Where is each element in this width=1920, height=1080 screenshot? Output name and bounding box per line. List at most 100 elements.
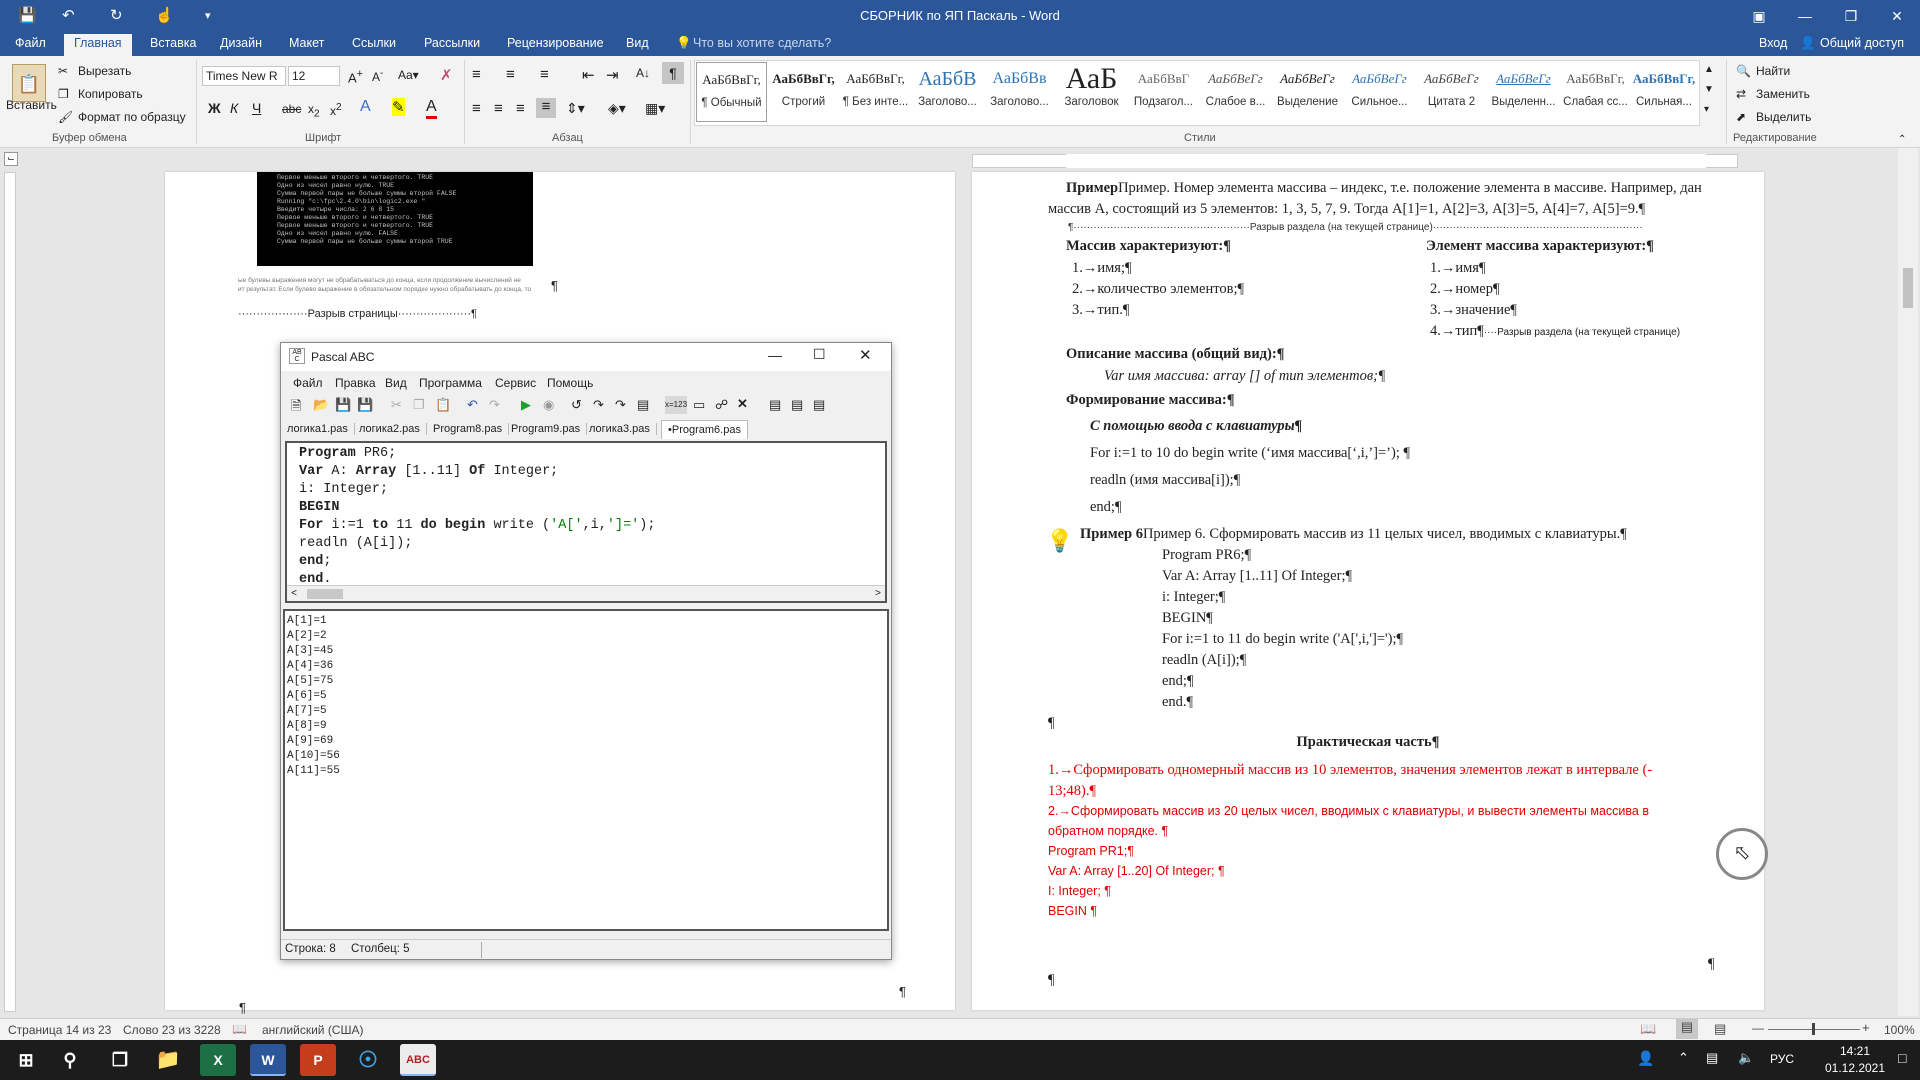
grow-font-icon[interactable]: A+ [348, 68, 363, 85]
options-icon[interactable]: ▤ [813, 397, 825, 413]
bold-icon[interactable]: Ж [208, 100, 221, 116]
volume-icon[interactable]: 🔈 [1738, 1050, 1754, 1066]
text-effects-icon[interactable]: A [360, 98, 371, 116]
paste-icon[interactable]: 📋 [12, 64, 46, 102]
clear-formatting-icon[interactable]: ✗ [440, 66, 453, 84]
style-quote[interactable]: АаБбВеГг Цитата 2 [1416, 62, 1487, 122]
open-folder-icon[interactable]: 📂 [313, 397, 329, 413]
restore-button[interactable]: ❐ [1828, 0, 1874, 32]
redo-icon[interactable]: ↷ [489, 397, 500, 413]
change-case-icon[interactable]: Aa▾ [398, 68, 419, 82]
highlight-icon[interactable]: ✎ [392, 98, 405, 116]
share-button[interactable]: Общий доступ [1820, 36, 1904, 50]
bullets-icon[interactable]: ≡ [472, 66, 481, 83]
cut-button[interactable]: Вырезать [78, 64, 131, 78]
font-color-icon[interactable]: A [426, 98, 437, 119]
tab-references[interactable]: Ссылки [352, 36, 396, 50]
zoom-out-icon[interactable]: — [1752, 1021, 1764, 1035]
sort-icon[interactable]: A↓ [636, 66, 650, 80]
align-left-icon[interactable]: ≡ [472, 100, 481, 117]
pascal-menu-view[interactable]: Вид [385, 376, 407, 390]
tell-me-input[interactable]: Что вы хотите сделать? [693, 36, 831, 50]
excel-icon[interactable]: X [200, 1044, 236, 1076]
delete-icon[interactable]: ✕ [737, 396, 748, 412]
pascal-menu-program[interactable]: Программа [419, 376, 482, 390]
pascal-menu-file[interactable]: Файл [293, 376, 323, 390]
save-file-icon[interactable]: 💾 [335, 397, 351, 413]
file-tab[interactable]: Program9.pas [511, 423, 588, 435]
style-heading1[interactable]: АаБбВ Заголово... [912, 62, 983, 122]
style-heading2[interactable]: АаБбВв Заголово... [984, 62, 1055, 122]
pascal-menu-edit[interactable]: Правка [335, 376, 376, 390]
style-strong[interactable]: АаБбВвГг, Строгий [768, 62, 839, 122]
scrollbar-thumb[interactable] [307, 589, 343, 599]
run-icon[interactable]: ▶ [521, 397, 531, 413]
style-subtle-reference[interactable]: АаБбВвГг, Слабая сс... [1560, 62, 1631, 122]
scroll-right-icon[interactable]: > [875, 586, 881, 604]
style-normal[interactable]: АаБбВвГг, ¶ Обычный [696, 62, 767, 122]
tab-design[interactable]: Дизайн [220, 36, 262, 50]
network-icon[interactable]: ▤ [1706, 1050, 1718, 1066]
file-tab[interactable]: логика2.pas [359, 423, 427, 435]
start-icon[interactable]: ⊞ [8, 1044, 44, 1076]
file-explorer-icon[interactable]: 📁 [150, 1044, 186, 1076]
editor-horizontal-scrollbar[interactable]: < > [287, 585, 885, 601]
cut-icon[interactable]: ✂ [391, 397, 402, 413]
select-button[interactable]: Выделить [1756, 110, 1811, 124]
tab-selector[interactable]: ⌙ [4, 152, 18, 166]
clock-time[interactable]: 14:21 [1822, 1044, 1888, 1058]
close-button[interactable]: ✕ [1874, 0, 1920, 32]
pascal-menu-service[interactable]: Сервис [495, 376, 536, 390]
window-icon[interactable]: ▭ [693, 397, 705, 413]
notifications-icon[interactable]: □ [1898, 1050, 1906, 1066]
stop-icon[interactable]: ◉ [543, 397, 554, 413]
search-icon[interactable]: ⚲ [52, 1044, 88, 1076]
line-spacing-icon[interactable]: ⇕▾ [566, 100, 585, 117]
minimize-button[interactable]: — [1782, 0, 1828, 32]
format-painter-button[interactable]: Формат по образцу [78, 110, 186, 124]
collapse-ribbon-icon[interactable]: ⌃ [1898, 134, 1906, 145]
paste-icon[interactable]: 📋 [435, 397, 451, 413]
numbering-icon[interactable]: ≡ [506, 66, 515, 83]
debug-step-icon[interactable]: ↺ [571, 397, 582, 413]
copy-button[interactable]: Копировать [78, 87, 143, 101]
code-editor[interactable]: Program PR6; Var A: Array [1..11] Of Int… [285, 441, 887, 603]
pascal-abc-icon[interactable]: ABC [400, 1044, 436, 1076]
tab-insert[interactable]: Вставка [150, 36, 196, 50]
style-intense-emphasis[interactable]: АаБбВеГг Сильное... [1344, 62, 1415, 122]
styles-scroll-up-icon[interactable]: ▲ [1704, 64, 1714, 75]
save-all-icon[interactable]: 💾 [357, 397, 373, 413]
task-view-icon[interactable]: ❐ [102, 1044, 138, 1076]
undo-icon[interactable]: ↶ [467, 397, 478, 413]
style-intense-reference[interactable]: АаБбВвГг, Сильная... [1630, 62, 1698, 122]
zoom-in-icon[interactable]: + [1862, 1020, 1870, 1035]
new-file-icon[interactable]: 🗎 [291, 397, 301, 419]
paste-button[interactable]: Вставить [6, 98, 57, 112]
ribbon-display-icon[interactable]: ▣ [1736, 0, 1782, 32]
tab-view[interactable]: Вид [626, 36, 649, 50]
justify-icon[interactable]: ≡ [536, 98, 556, 118]
web-layout-icon[interactable]: ▤ [1714, 1021, 1726, 1037]
replace-button[interactable]: Заменить [1756, 87, 1810, 101]
shading-icon[interactable]: ◈▾ [608, 100, 626, 117]
debug-step-over-icon[interactable]: ↷ [615, 397, 626, 413]
styles-more-icon[interactable]: ▾ [1704, 104, 1709, 115]
edge-icon[interactable]: ☉ [350, 1044, 386, 1076]
pascal-maximize-button[interactable]: ☐ [813, 346, 826, 363]
align-center-icon[interactable]: ≡ [494, 100, 503, 117]
file-tab-active[interactable]: •Program6.pas [661, 420, 748, 439]
page-count[interactable]: Страница 14 из 23 [8, 1023, 111, 1037]
zoom-level[interactable]: 100% [1884, 1023, 1915, 1037]
proofing-icon[interactable]: 📖 [232, 1022, 247, 1036]
borders-icon[interactable]: ▦▾ [645, 100, 665, 117]
italic-icon[interactable]: К [230, 100, 238, 116]
watch-icon[interactable]: x=123 [665, 396, 687, 414]
superscript-icon[interactable]: x2 [330, 102, 342, 118]
debug-step-into-icon[interactable]: ↷ [593, 397, 604, 413]
compile-icon[interactable]: ▤ [791, 397, 803, 413]
zoom-slider-thumb[interactable] [1812, 1023, 1815, 1035]
style-subtitle[interactable]: АаБбВвГ Подзагол... [1128, 62, 1199, 122]
file-tab[interactable]: логика1.pas [287, 423, 355, 435]
find-button[interactable]: Найти [1756, 64, 1790, 78]
read-mode-icon[interactable]: 📖 [1640, 1021, 1656, 1037]
